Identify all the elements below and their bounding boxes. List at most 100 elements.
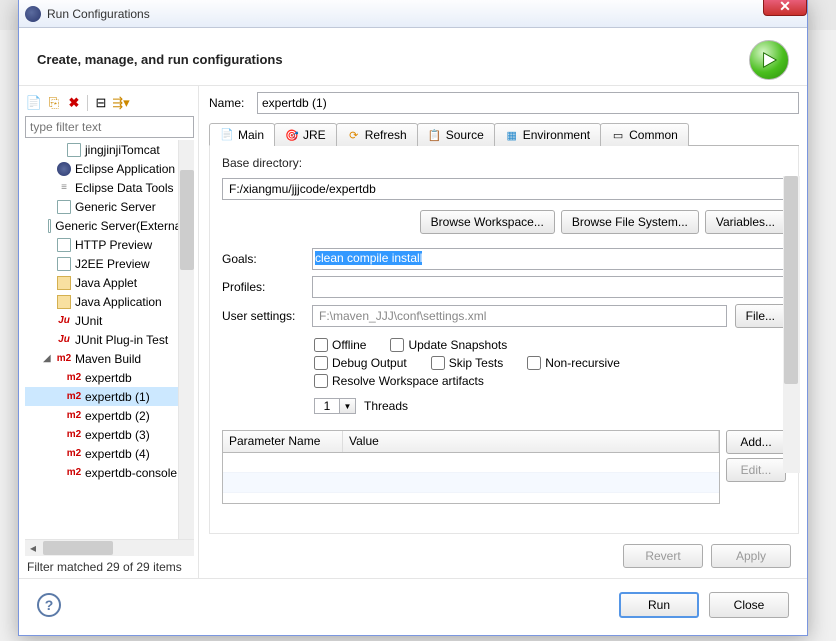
file-button[interactable]: File... bbox=[735, 304, 786, 328]
source-icon: 📋 bbox=[428, 128, 442, 142]
java-icon bbox=[57, 276, 71, 290]
param-name-header[interactable]: Parameter Name bbox=[223, 431, 343, 452]
tree-item-j2ee-preview[interactable]: J2EE Preview bbox=[25, 254, 194, 273]
tab-refresh[interactable]: ⟳Refresh bbox=[336, 123, 418, 146]
edit-param-button[interactable]: Edit... bbox=[726, 458, 786, 482]
run-configurations-dialog: Run Configurations ✕ Create, manage, and… bbox=[18, 0, 808, 636]
ju-icon: Ju bbox=[57, 314, 71, 328]
filter-status: Filter matched 29 of 29 items bbox=[25, 556, 194, 578]
duplicate-icon[interactable]: ⎘ bbox=[45, 94, 63, 112]
usersettings-label: User settings: bbox=[222, 309, 304, 323]
tree-item-expertdb-1-[interactable]: m2expertdb (1) bbox=[25, 387, 194, 406]
debug-output-checkbox[interactable]: Debug Output bbox=[314, 356, 407, 370]
tab-source[interactable]: 📋Source bbox=[417, 123, 495, 146]
help-icon[interactable]: ? bbox=[37, 593, 61, 617]
tree-item-expertdb-2-[interactable]: m2expertdb (2) bbox=[25, 406, 194, 425]
new-config-icon[interactable]: 📄 bbox=[25, 94, 43, 112]
config-tree[interactable]: jingjinjiTomcatEclipse Application≡Eclip… bbox=[25, 140, 194, 539]
doc-icon bbox=[57, 200, 71, 214]
revert-button[interactable]: Revert bbox=[623, 544, 703, 568]
apply-button[interactable]: Apply bbox=[711, 544, 791, 568]
base-dir-label: Base directory: bbox=[222, 156, 786, 170]
refresh-icon: ⟳ bbox=[347, 128, 361, 142]
close-button[interactable]: Close bbox=[709, 592, 789, 618]
threads-label: Threads bbox=[364, 399, 408, 413]
goals-label: Goals: bbox=[222, 252, 304, 266]
table-row[interactable] bbox=[223, 453, 719, 473]
non-recursive-checkbox[interactable]: Non-recursive bbox=[527, 356, 620, 370]
threads-spinner[interactable]: ▼ bbox=[314, 398, 356, 414]
tree-item-expertdb-4-[interactable]: m2expertdb (4) bbox=[25, 444, 194, 463]
tree-item-jingjinjitomcat[interactable]: jingjinjiTomcat bbox=[25, 140, 194, 159]
dialog-footer: ? Run Close bbox=[19, 578, 807, 630]
titlebar[interactable]: Run Configurations ✕ bbox=[19, 0, 807, 28]
tree-item-eclipse-application[interactable]: Eclipse Application bbox=[25, 159, 194, 178]
tab-main-content: Base directory: Browse Workspace... Brow… bbox=[209, 146, 799, 534]
m2-icon: m2 bbox=[57, 352, 71, 366]
profiles-label: Profiles: bbox=[222, 280, 304, 294]
add-param-button[interactable]: Add... bbox=[726, 430, 786, 454]
profiles-input[interactable] bbox=[312, 276, 786, 298]
main-vertical-scrollbar[interactable] bbox=[783, 176, 800, 473]
window-title: Run Configurations bbox=[47, 7, 150, 21]
name-label: Name: bbox=[209, 96, 249, 110]
tree-item-java-application[interactable]: Java Application bbox=[25, 292, 194, 311]
name-input[interactable] bbox=[257, 92, 799, 114]
run-orb-icon bbox=[749, 40, 789, 80]
tree-item-junit-plug-in-test[interactable]: JuJUnit Plug-in Test bbox=[25, 330, 194, 349]
tree-item-expertdb[interactable]: m2expertdb bbox=[25, 368, 194, 387]
filter-input[interactable] bbox=[25, 116, 194, 138]
eclipse-icon bbox=[25, 6, 41, 22]
param-value-header[interactable]: Value bbox=[343, 431, 719, 452]
m2-icon: m2 bbox=[67, 466, 81, 480]
tab-common[interactable]: ▭Common bbox=[600, 123, 689, 146]
tree-item-maven-build[interactable]: ◢m2Maven Build bbox=[25, 349, 194, 368]
browse-filesystem-button[interactable]: Browse File System... bbox=[561, 210, 699, 234]
delete-icon[interactable]: ✖ bbox=[65, 94, 83, 112]
table-row[interactable] bbox=[223, 473, 719, 493]
doc-icon bbox=[57, 257, 71, 271]
skip-tests-checkbox[interactable]: Skip Tests bbox=[431, 356, 503, 370]
m2-icon: m2 bbox=[67, 371, 81, 385]
common-icon: ▭ bbox=[611, 128, 625, 142]
ec-icon bbox=[57, 162, 71, 176]
tree-item-generic-server-external-[interactable]: Generic Server(External... bbox=[25, 216, 194, 235]
parameters-table[interactable]: Parameter Name Value bbox=[222, 430, 720, 504]
collapse-all-icon[interactable]: ⊟ bbox=[92, 94, 110, 112]
resolve-workspace-checkbox[interactable]: Resolve Workspace artifacts bbox=[314, 374, 484, 388]
tree-item-java-applet[interactable]: Java Applet bbox=[25, 273, 194, 292]
chevron-down-icon[interactable]: ▼ bbox=[339, 399, 355, 413]
tree-item-junit[interactable]: JuJUnit bbox=[25, 311, 194, 330]
environment-icon: ▦ bbox=[505, 128, 519, 142]
tree-item-expertdb-console[interactable]: m2expertdb-console bbox=[25, 463, 194, 482]
m2-icon: m2 bbox=[67, 409, 81, 423]
java-icon bbox=[57, 295, 71, 309]
offline-checkbox[interactable]: Offline bbox=[314, 338, 366, 352]
doc-icon bbox=[67, 143, 81, 157]
tree-item-expertdb-3-[interactable]: m2expertdb (3) bbox=[25, 425, 194, 444]
doc-icon bbox=[57, 238, 71, 252]
sidebar-toolbar: 📄 ⎘ ✖ ⊟ ⇶▾ bbox=[25, 92, 194, 116]
jre-icon: 🎯 bbox=[285, 128, 299, 142]
main-panel: Name: 📄Main 🎯JRE ⟳Refresh 📋Source ▦Envir… bbox=[199, 86, 807, 578]
window-close-button[interactable]: ✕ bbox=[763, 0, 807, 16]
tab-jre[interactable]: 🎯JRE bbox=[274, 123, 337, 146]
db-icon: ≡ bbox=[57, 181, 71, 195]
browse-workspace-button[interactable]: Browse Workspace... bbox=[420, 210, 555, 234]
tab-main[interactable]: 📄Main bbox=[209, 123, 275, 146]
usersettings-input[interactable] bbox=[312, 305, 727, 327]
filter-icon[interactable]: ⇶▾ bbox=[112, 94, 130, 112]
dialog-title: Create, manage, and run configurations bbox=[37, 52, 283, 67]
update-snapshots-checkbox[interactable]: Update Snapshots bbox=[390, 338, 507, 352]
tree-item-generic-server[interactable]: Generic Server bbox=[25, 197, 194, 216]
variables-button[interactable]: Variables... bbox=[705, 210, 786, 234]
base-dir-input[interactable] bbox=[222, 178, 786, 200]
tree-vertical-scrollbar[interactable] bbox=[178, 140, 194, 539]
tree-item-http-preview[interactable]: HTTP Preview bbox=[25, 235, 194, 254]
goals-input[interactable]: clean compile install bbox=[312, 248, 786, 270]
run-button[interactable]: Run bbox=[619, 592, 699, 618]
tree-item-eclipse-data-tools[interactable]: ≡Eclipse Data Tools bbox=[25, 178, 194, 197]
tree-horizontal-scrollbar[interactable]: ◂ bbox=[25, 539, 194, 556]
tab-environment[interactable]: ▦Environment bbox=[494, 123, 601, 146]
tab-bar: 📄Main 🎯JRE ⟳Refresh 📋Source ▦Environment… bbox=[209, 122, 799, 146]
